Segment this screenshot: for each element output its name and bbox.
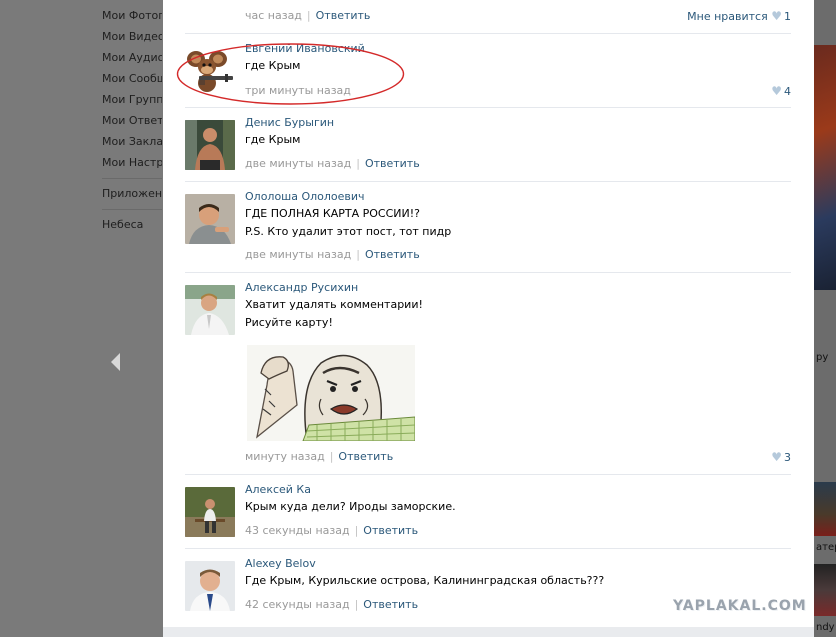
comment-time: 42 секунды назад bbox=[245, 598, 350, 611]
side-photo bbox=[814, 45, 836, 290]
meta-separator: | bbox=[354, 524, 359, 537]
heart-icon: ♥ bbox=[771, 9, 782, 23]
side-caption: ndy bbox=[816, 622, 835, 633]
comment-meta: 42 секунды назад | Ответить bbox=[245, 598, 418, 612]
menu-item-groups[interactable]: Мои Группы bbox=[102, 91, 162, 112]
user-photo-icon bbox=[185, 487, 235, 537]
avatar[interactable] bbox=[185, 561, 235, 611]
comment-item: Ололоша Ололоевич ГДЕ ПОЛНАЯ КАРТА РОССИ… bbox=[185, 190, 791, 273]
comment-body: Александр Русихин Хватит удалять коммент… bbox=[245, 281, 785, 333]
menu-item-photos[interactable]: Мои Фотогр bbox=[102, 7, 162, 28]
comment-text: Рисуйте карту! bbox=[245, 316, 333, 329]
user-photo-icon bbox=[185, 561, 235, 611]
user-photo-icon bbox=[185, 285, 235, 335]
like-button[interactable]: ♥ 3 bbox=[771, 450, 791, 465]
comment-author[interactable]: Alexey Belov bbox=[245, 557, 785, 573]
menu-divider bbox=[102, 209, 162, 210]
side-caption: атерин bbox=[816, 542, 836, 553]
comment-item: Александр Русихин Хватит удалять коммент… bbox=[185, 281, 791, 475]
user-photo-icon bbox=[185, 120, 235, 170]
reply-link[interactable]: Ответить bbox=[365, 248, 420, 261]
comment-text: Где Крым, Курильские острова, Калинингра… bbox=[245, 574, 605, 587]
like-button[interactable]: ♥ 4 bbox=[771, 84, 791, 99]
divider bbox=[185, 33, 791, 34]
comment-item: Денис Бурыгин где Крым две минуты назад |… bbox=[185, 116, 791, 182]
meta-separator: | bbox=[306, 9, 311, 22]
side-caption: ру bbox=[816, 352, 829, 363]
comment-meta: 43 секунды назад | Ответить bbox=[245, 524, 418, 538]
like-count: 4 bbox=[784, 85, 791, 98]
comment-time: 43 секунды назад bbox=[245, 524, 350, 537]
reply-link[interactable]: Ответить bbox=[338, 450, 393, 463]
menu-item-skies[interactable]: Небеса bbox=[102, 216, 162, 237]
heart-icon: ♥ bbox=[771, 84, 782, 98]
highlight-ellipse bbox=[176, 43, 405, 105]
meta-separator: | bbox=[356, 157, 360, 170]
comments-panel: час назад | Ответить Мне нравится ♥ 1 Ев… bbox=[163, 0, 814, 627]
menu-item-audio[interactable]: Мои Аудиоз bbox=[102, 49, 162, 70]
menu-divider bbox=[102, 178, 162, 179]
comment-time: минуту назад bbox=[245, 450, 325, 463]
angry-fist-meme-icon bbox=[247, 345, 416, 442]
heart-icon: ♥ bbox=[771, 450, 782, 464]
meta-separator: | bbox=[356, 248, 360, 261]
comment-body: Alexey Belov Где Крым, Курильские остров… bbox=[245, 557, 785, 591]
reply-link[interactable]: Ответить bbox=[363, 598, 418, 611]
avatar[interactable] bbox=[185, 194, 235, 244]
menu-item-messages[interactable]: Мои Сообще bbox=[102, 70, 162, 91]
comment-time: две минуты назад bbox=[245, 157, 352, 170]
comment-text: ГДЕ ПОЛНАЯ КАРТА РОССИИ!? bbox=[245, 207, 420, 220]
comment-body: Денис Бурыгин где Крым bbox=[245, 116, 785, 150]
comment-text: Хватит удалять комментарии! bbox=[245, 298, 423, 311]
comment-author[interactable]: Ололоша Ололоевич bbox=[245, 190, 785, 206]
reply-link[interactable]: Ответить bbox=[316, 9, 371, 22]
comment-author[interactable]: Александр Русихин bbox=[245, 281, 785, 297]
comment-meta: две минуты назад | Ответить bbox=[245, 248, 420, 262]
comment-text: P.S. Кто удалит этот пост, тот пидр bbox=[245, 225, 452, 238]
comment-time: час назад bbox=[245, 9, 302, 22]
watermark: YAPLAKAL.COM bbox=[673, 598, 807, 614]
side-photo bbox=[814, 482, 836, 536]
menu-item-videos[interactable]: Мои Видеоз bbox=[102, 28, 162, 49]
reply-link[interactable]: Ответить bbox=[365, 157, 420, 170]
comment-body: Ололоша Ололоевич ГДЕ ПОЛНАЯ КАРТА РОССИ… bbox=[245, 190, 785, 242]
comment-meta: час назад | Ответить bbox=[245, 9, 370, 22]
like-count: 1 bbox=[784, 10, 791, 23]
comment-author[interactable]: Денис Бурыгин bbox=[245, 116, 785, 132]
comment-text: где Крым bbox=[245, 133, 301, 146]
comment-body: Алексей Ка Крым куда дели? Ироды заморск… bbox=[245, 483, 785, 517]
user-photo-icon bbox=[185, 194, 235, 244]
comment-item: Алексей Ка Крым куда дели? Ироды заморск… bbox=[185, 483, 791, 549]
comment-meta: две минуты назад | Ответить bbox=[245, 157, 420, 171]
avatar[interactable] bbox=[185, 120, 235, 170]
menu-item-apps[interactable]: Приложения bbox=[102, 185, 162, 206]
previous-arrow-icon[interactable] bbox=[111, 353, 120, 371]
comment-author[interactable]: Алексей Ка bbox=[245, 483, 785, 499]
left-menu: Мои Фотогр Мои Видеоз Мои Аудиоз Мои Соо… bbox=[102, 7, 162, 237]
avatar[interactable] bbox=[185, 285, 235, 335]
menu-item-bookmarks[interactable]: Мои Заклад bbox=[102, 133, 162, 154]
meta-separator: | bbox=[329, 450, 334, 463]
like-button[interactable]: Мне нравится ♥ 1 bbox=[687, 9, 791, 23]
comment-text: Крым куда дели? Ироды заморские. bbox=[245, 500, 456, 513]
comment-time: две минуты назад bbox=[245, 248, 352, 261]
panel-bottom-bar bbox=[163, 627, 814, 637]
reply-link[interactable]: Ответить bbox=[363, 524, 418, 537]
comment-meta: минуту назад | Ответить bbox=[245, 450, 393, 464]
menu-item-answers[interactable]: Мои Ответы bbox=[102, 112, 162, 133]
meme-image[interactable] bbox=[247, 345, 416, 442]
menu-item-settings[interactable]: Мои Настро bbox=[102, 154, 162, 175]
like-label: Мне нравится bbox=[687, 10, 768, 23]
meta-separator: | bbox=[354, 598, 359, 611]
side-photo bbox=[814, 564, 836, 616]
like-count: 3 bbox=[784, 451, 791, 464]
avatar[interactable] bbox=[185, 487, 235, 537]
